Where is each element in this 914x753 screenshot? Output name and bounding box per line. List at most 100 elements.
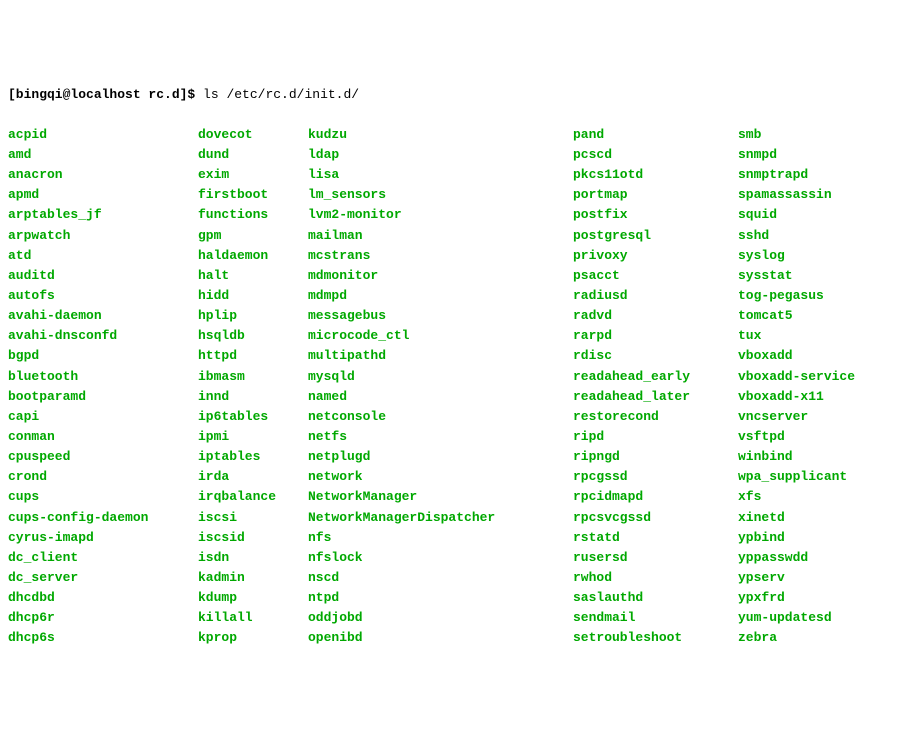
file-entry: kprop (198, 628, 308, 648)
file-entry: kadmin (198, 568, 308, 588)
file-entry: readahead_later (573, 387, 738, 407)
file-entry: iscsi (198, 508, 308, 528)
file-entry: xinetd (738, 508, 871, 528)
file-entry: nscd (308, 568, 573, 588)
file-entry: snmptrapd (738, 165, 871, 185)
file-entry: yppasswdd (738, 548, 871, 568)
file-entry: irqbalance (198, 487, 308, 507)
file-entry: rusersd (573, 548, 738, 568)
file-entry: zebra (738, 628, 871, 648)
file-entry: netconsole (308, 407, 573, 427)
file-entry: netfs (308, 427, 573, 447)
shell-prompt: [bingqi@localhost rc.d]$ (8, 87, 203, 102)
file-entry: hidd (198, 286, 308, 306)
file-entry: rarpd (573, 326, 738, 346)
command-line: ls /etc/rc.d/init.d/ (203, 87, 359, 102)
listing-column-5: smbsnmpdsnmptrapdspamassassinsquidsshdsy… (738, 125, 871, 649)
file-entry: wpa_supplicant (738, 467, 871, 487)
file-entry: avahi-daemon (8, 306, 198, 326)
file-entry: pcscd (573, 145, 738, 165)
file-entry: rstatd (573, 528, 738, 548)
file-entry: amd (8, 145, 198, 165)
file-entry: dhcdbd (8, 588, 198, 608)
file-entry: syslog (738, 246, 871, 266)
file-entry: saslauthd (573, 588, 738, 608)
file-entry: lisa (308, 165, 573, 185)
file-entry: dc_server (8, 568, 198, 588)
file-entry: snmpd (738, 145, 871, 165)
file-entry: killall (198, 608, 308, 628)
file-entry: microcode_ctl (308, 326, 573, 346)
file-entry: vboxadd (738, 346, 871, 366)
file-entry: autofs (8, 286, 198, 306)
file-entry: crond (8, 467, 198, 487)
file-entry: httpd (198, 346, 308, 366)
file-entry: dhcp6r (8, 608, 198, 628)
file-entry: postgresql (573, 226, 738, 246)
file-entry: spamassassin (738, 185, 871, 205)
file-entry: kudzu (308, 125, 573, 145)
file-entry: bgpd (8, 346, 198, 366)
file-entry: readahead_early (573, 367, 738, 387)
file-entry: dc_client (8, 548, 198, 568)
file-entry: ip6tables (198, 407, 308, 427)
listing-column-1: acpidamdanacronapmdarptables_jfarpwatcha… (8, 125, 198, 649)
file-entry: NetworkManagerDispatcher (308, 508, 573, 528)
file-entry: ypxfrd (738, 588, 871, 608)
file-entry: yum-updatesd (738, 608, 871, 628)
file-entry: winbind (738, 447, 871, 467)
listing-column-4: pandpcscdpkcs11otdportmappostfixpostgres… (573, 125, 738, 649)
file-entry: dhcp6s (8, 628, 198, 648)
file-entry: cpuspeed (8, 447, 198, 467)
file-entry: ypserv (738, 568, 871, 588)
file-entry: anacron (8, 165, 198, 185)
file-entry: atd (8, 246, 198, 266)
file-entry: ripngd (573, 447, 738, 467)
file-entry: sendmail (573, 608, 738, 628)
file-entry: psacct (573, 266, 738, 286)
ls-listing: acpidamdanacronapmdarptables_jfarpwatcha… (8, 125, 906, 649)
file-entry: iscsid (198, 528, 308, 548)
file-entry: cyrus-imapd (8, 528, 198, 548)
file-entry: bluetooth (8, 367, 198, 387)
file-entry: innd (198, 387, 308, 407)
file-entry: openibd (308, 628, 573, 648)
file-entry: rpcgssd (573, 467, 738, 487)
file-entry: restorecond (573, 407, 738, 427)
file-entry: isdn (198, 548, 308, 568)
file-entry: tomcat5 (738, 306, 871, 326)
file-entry: named (308, 387, 573, 407)
file-entry: ibmasm (198, 367, 308, 387)
file-entry: firstboot (198, 185, 308, 205)
file-entry: sshd (738, 226, 871, 246)
file-entry: avahi-dnsconfd (8, 326, 198, 346)
listing-column-2: dovecotdundeximfirstbootfunctionsgpmhald… (198, 125, 308, 649)
file-entry: ypbind (738, 528, 871, 548)
file-entry: rwhod (573, 568, 738, 588)
file-entry: haldaemon (198, 246, 308, 266)
file-entry: vsftpd (738, 427, 871, 447)
file-entry: oddjobd (308, 608, 573, 628)
file-entry: ntpd (308, 588, 573, 608)
file-entry: nfs (308, 528, 573, 548)
file-entry: conman (8, 427, 198, 447)
file-entry: ripd (573, 427, 738, 447)
file-entry: rdisc (573, 346, 738, 366)
file-entry: messagebus (308, 306, 573, 326)
file-entry: mdmonitor (308, 266, 573, 286)
file-entry: vncserver (738, 407, 871, 427)
file-entry: dovecot (198, 125, 308, 145)
file-entry: xfs (738, 487, 871, 507)
file-entry: mcstrans (308, 246, 573, 266)
file-entry: sysstat (738, 266, 871, 286)
file-entry: ldap (308, 145, 573, 165)
file-entry: setroubleshoot (573, 628, 738, 648)
file-entry: radiusd (573, 286, 738, 306)
file-entry: ipmi (198, 427, 308, 447)
file-entry: radvd (573, 306, 738, 326)
file-entry: kdump (198, 588, 308, 608)
file-entry: iptables (198, 447, 308, 467)
terminal-output: [bingqi@localhost rc.d]$ ls /etc/rc.d/in… (8, 85, 906, 105)
file-entry: mdmpd (308, 286, 573, 306)
file-entry: privoxy (573, 246, 738, 266)
